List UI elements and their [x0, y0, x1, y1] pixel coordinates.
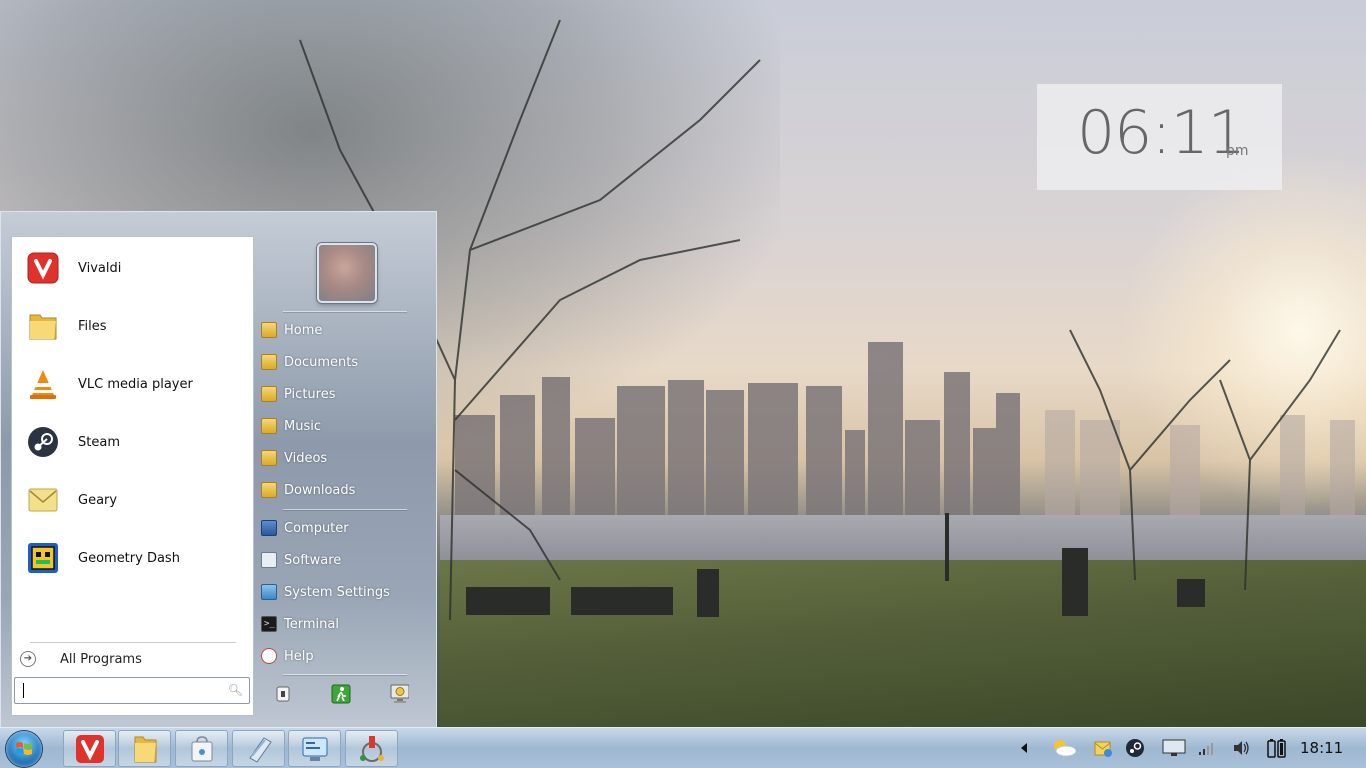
system-settings[interactable]: System Settings	[261, 580, 390, 604]
system-software[interactable]: Software	[261, 548, 341, 572]
place-label: Downloads	[284, 482, 356, 498]
clock-time: 06:11	[1077, 98, 1246, 168]
program-vivaldi[interactable]: Vivaldi	[12, 240, 253, 296]
user-avatar[interactable]	[317, 243, 377, 303]
folder-icon	[261, 322, 277, 338]
places-pane: Home Documents Pictures Music Videos Dow…	[255, 212, 437, 728]
program-label: Geometry Dash	[78, 550, 180, 566]
place-music[interactable]: Music	[261, 414, 321, 438]
system-computer[interactable]: Computer	[261, 516, 349, 540]
taskbar-settings[interactable]	[288, 730, 341, 767]
program-label: Steam	[78, 434, 120, 450]
geometry-dash-icon	[26, 541, 60, 575]
vlc-icon	[26, 367, 60, 401]
place-label: Pictures	[284, 386, 336, 402]
display-icon[interactable]	[1162, 738, 1186, 758]
system-help[interactable]: Help	[261, 644, 314, 668]
network-icon[interactable]	[1196, 738, 1216, 758]
place-home[interactable]: Home	[261, 318, 322, 342]
folder-icon	[26, 309, 60, 343]
settings-icon	[302, 737, 327, 761]
system-separator	[283, 509, 407, 510]
place-downloads[interactable]: Downloads	[261, 478, 355, 502]
program-geary[interactable]: Geary	[12, 472, 253, 528]
volume-icon[interactable]	[1231, 738, 1251, 758]
network-tool-icon	[359, 735, 384, 762]
program-files[interactable]: Files	[12, 298, 253, 354]
shutdown-icon	[390, 684, 409, 703]
folder-icon	[261, 418, 277, 434]
show-hidden-icon[interactable]	[1014, 738, 1034, 758]
text-caret	[23, 683, 24, 698]
taskbar-software-center[interactable]	[175, 730, 228, 767]
settings-icon	[261, 584, 277, 600]
all-programs-label: All Programs	[60, 651, 142, 667]
system-tray: 18:11	[1000, 728, 1366, 768]
clock-widget: 06:11 pm	[1037, 84, 1282, 190]
software-center-icon	[191, 735, 212, 761]
place-label: Music	[284, 418, 321, 434]
lock-icon	[276, 686, 290, 702]
logout-icon	[331, 684, 351, 704]
clock-ampm: pm	[1226, 143, 1249, 159]
all-programs-button[interactable]: ➔ All Programs	[20, 651, 142, 667]
folder-icon	[261, 450, 277, 466]
folder-icon	[261, 386, 277, 402]
taskbar-clock[interactable]: 18:11	[1300, 739, 1343, 757]
folder-icon	[261, 354, 277, 370]
lock-button[interactable]	[273, 684, 293, 704]
programs-separator	[30, 642, 236, 643]
taskbar-text-editor[interactable]	[232, 730, 285, 767]
place-label: Documents	[284, 354, 359, 370]
arrow-right-icon: ➔	[20, 651, 36, 667]
program-steam[interactable]: Steam	[12, 414, 253, 470]
system-label: Software	[284, 552, 342, 568]
start-menu: Vivaldi Files VLC media player Steam Gea	[0, 211, 437, 728]
mail-icon	[26, 483, 60, 517]
taskbar-files[interactable]	[118, 730, 171, 767]
system-label: System Settings	[284, 584, 390, 600]
taskbar-vivaldi[interactable]	[63, 730, 116, 767]
system-terminal[interactable]: >_ Terminal	[261, 612, 339, 636]
place-pictures[interactable]: Pictures	[261, 382, 335, 406]
taskbar-network-tool[interactable]	[345, 730, 398, 767]
steam-icon	[26, 425, 60, 459]
text-editor-icon	[248, 736, 272, 763]
program-label: Files	[78, 318, 107, 334]
place-label: Videos	[284, 450, 328, 466]
place-videos[interactable]: Videos	[261, 446, 327, 470]
system-label: Help	[284, 648, 314, 664]
software-icon	[261, 552, 277, 568]
system-label: Terminal	[284, 616, 339, 632]
program-label: Vivaldi	[78, 260, 122, 276]
places-separator	[283, 311, 407, 312]
program-label: Geary	[78, 492, 118, 508]
program-label: VLC media player	[78, 376, 193, 392]
program-vlc[interactable]: VLC media player	[12, 356, 253, 412]
vivaldi-icon	[75, 734, 104, 763]
start-button[interactable]	[6, 731, 42, 767]
steam-icon[interactable]	[1125, 738, 1145, 758]
taskbar: 18:11	[0, 727, 1366, 768]
place-documents[interactable]: Documents	[261, 350, 358, 374]
programs-pane: Vivaldi Files VLC media player Steam Gea	[11, 236, 254, 716]
computer-icon	[261, 520, 277, 536]
windows-flag-icon	[16, 742, 32, 755]
logout-button[interactable]	[331, 684, 351, 704]
updates-icon[interactable]	[1093, 738, 1113, 758]
search-icon: 🔍︎	[227, 683, 243, 697]
folder-icon	[261, 482, 277, 498]
battery-icon[interactable]	[1266, 738, 1288, 758]
weather-icon[interactable]	[1050, 738, 1078, 758]
help-icon	[261, 648, 277, 664]
terminal-icon: >_	[261, 616, 277, 632]
system-label: Computer	[284, 520, 349, 536]
folder-icon	[134, 736, 156, 762]
vivaldi-icon	[26, 251, 60, 285]
search-input[interactable]: 🔍︎	[14, 677, 250, 704]
place-label: Home	[284, 322, 323, 338]
program-geometry-dash[interactable]: Geometry Dash	[12, 530, 253, 586]
power-separator	[283, 674, 407, 675]
shutdown-button[interactable]	[389, 684, 409, 704]
